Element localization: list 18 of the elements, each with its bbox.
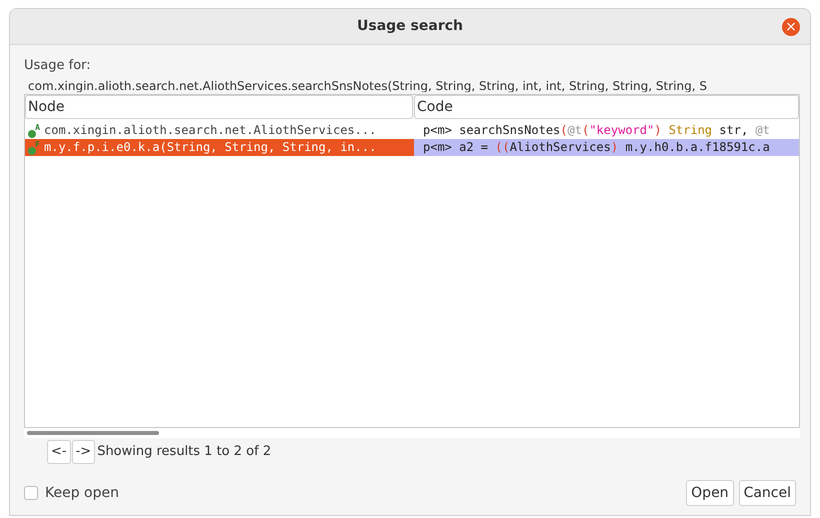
checkbox[interactable] [24,486,38,500]
usage-for-label: Usage for: [24,59,92,72]
node-cell: com.xingin.alioth.search.net.AliothServices... [44,122,376,139]
close-button[interactable]: × [782,18,800,36]
dialog-button[interactable]: Open [686,480,734,506]
dialog-button[interactable]: Cancel [738,480,796,506]
window-title: Usage search [357,17,463,36]
result-row[interactable]: A com.xingin.alioth.search.net.AliothServices... p<m> searchSnsNotes(@t("keyword") String str, @t [25,122,799,139]
column-header[interactable]: Node [25,95,413,119]
next-button[interactable]: -> [72,440,96,464]
scrollbar[interactable] [27,431,159,435]
results-status: Showing results 1 to 2 of 2 [97,443,272,462]
previous-button[interactable]: <- [47,440,71,464]
node-cell: m.y.f.p.i.e0.k.a(String, String, String, in... [44,139,376,156]
column-header[interactable]: Code [414,95,799,119]
code-cell: p<m> a2 = ((AliothServices) m.y.h0.b.a.f18591c.a [423,140,770,154]
code-cell: p<m> searchSnsNotes(@t("keyword") String str, @t [423,123,770,137]
keep-open-label: Keep open [45,484,119,502]
